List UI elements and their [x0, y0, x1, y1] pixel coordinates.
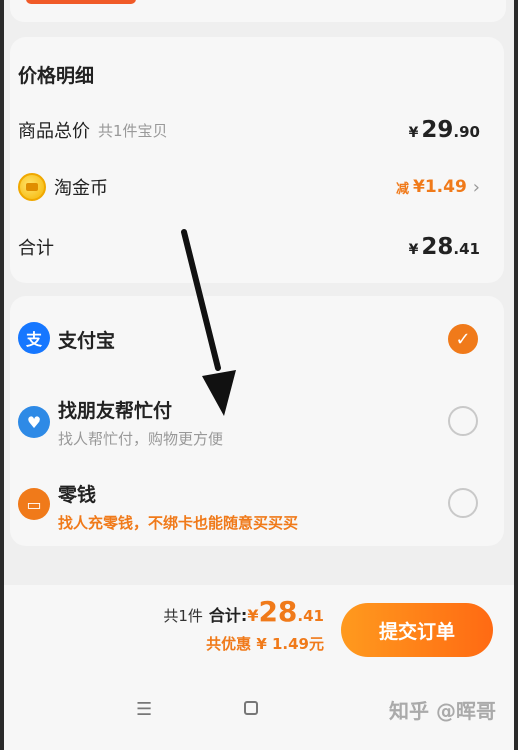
footer-total-price: ¥28.41 — [247, 595, 324, 628]
watermark: 知乎 @晖哥 — [389, 699, 496, 723]
footer-count: 共1件 — [163, 607, 203, 625]
menu-icon[interactable]: ☰ — [136, 699, 152, 720]
payment-name: 支付宝 — [58, 330, 116, 352]
subtotal-row: 合计 ¥28.41 — [18, 234, 480, 260]
payment-option-friend[interactable]: ♥ 找朋友帮忙付 找人帮忙付，购物更方便 — [18, 394, 488, 454]
coin-row[interactable]: 淘金币 减 ¥1.49 › — [18, 173, 480, 201]
payment-name: 零钱 — [58, 484, 97, 506]
goods-total-row: 商品总价 共1件宝贝 ¥29.90 — [18, 117, 480, 143]
friend-pay-icon: ♥ — [18, 406, 50, 438]
payment-name: 找朋友帮忙付 — [58, 400, 173, 422]
goods-total-label: 商品总价 — [18, 121, 90, 142]
checkout-screen: 价格明细 商品总价 共1件宝贝 ¥29.90 淘金币 减 ¥1.49 › 合计 ¥2… — [0, 0, 518, 750]
wallet-icon: ▭ — [18, 488, 50, 520]
footer-total: 共1件 合计: ¥28.41 — [163, 595, 324, 628]
home-icon[interactable] — [244, 701, 258, 715]
previous-card — [10, 0, 506, 22]
payment-desc: 找人帮忙付，购物更方便 — [58, 430, 224, 448]
alipay-icon: 支 — [18, 322, 50, 354]
radio-checked-icon[interactable]: ✓ — [448, 324, 478, 354]
subtotal-price: ¥28.41 — [408, 234, 480, 260]
footer-saving: 共优惠 ¥ 1.49元 — [206, 635, 324, 653]
payment-option-wallet[interactable]: ▭ 零钱 找人充零钱，不绑卡也能随意买买买 — [18, 478, 488, 538]
chevron-right-icon: › — [472, 176, 480, 198]
coin-discount[interactable]: 减 ¥1.49 › — [396, 177, 480, 198]
checkout-footer: 共1件 合计: ¥28.41 共优惠 ¥ 1.49元 提交订单 ☰ 知乎 @晖哥 — [4, 585, 514, 750]
system-nav-bar: ☰ 知乎 @晖哥 — [4, 695, 514, 735]
footer-total-label: 合计: — [208, 606, 248, 625]
price-detail-card: 价格明细 商品总价 共1件宝贝 ¥29.90 淘金币 减 ¥1.49 › 合计 ¥2… — [10, 37, 504, 283]
goods-total-price: ¥29.90 — [408, 117, 480, 143]
submit-order-button[interactable]: 提交订单 — [341, 603, 493, 657]
annotation-arrow-icon — [181, 229, 236, 416]
coin-icon — [18, 173, 46, 201]
radio-unchecked-icon[interactable] — [448, 488, 478, 518]
previous-card-button[interactable] — [26, 0, 136, 4]
payment-desc: 找人充零钱，不绑卡也能随意买买买 — [58, 514, 299, 532]
radio-unchecked-icon[interactable] — [448, 406, 478, 436]
price-detail-title: 价格明细 — [18, 65, 95, 87]
subtotal-label: 合计 — [18, 238, 54, 259]
payment-option-alipay[interactable]: 支 支付宝 ✓ — [18, 322, 488, 358]
payment-methods-card: 支 支付宝 ✓ ♥ 找朋友帮忙付 找人帮忙付，购物更方便 ▭ 零钱 找人充零钱，… — [10, 296, 504, 546]
goods-count: 共1件宝贝 — [98, 121, 168, 140]
coin-label: 淘金币 — [54, 178, 108, 199]
